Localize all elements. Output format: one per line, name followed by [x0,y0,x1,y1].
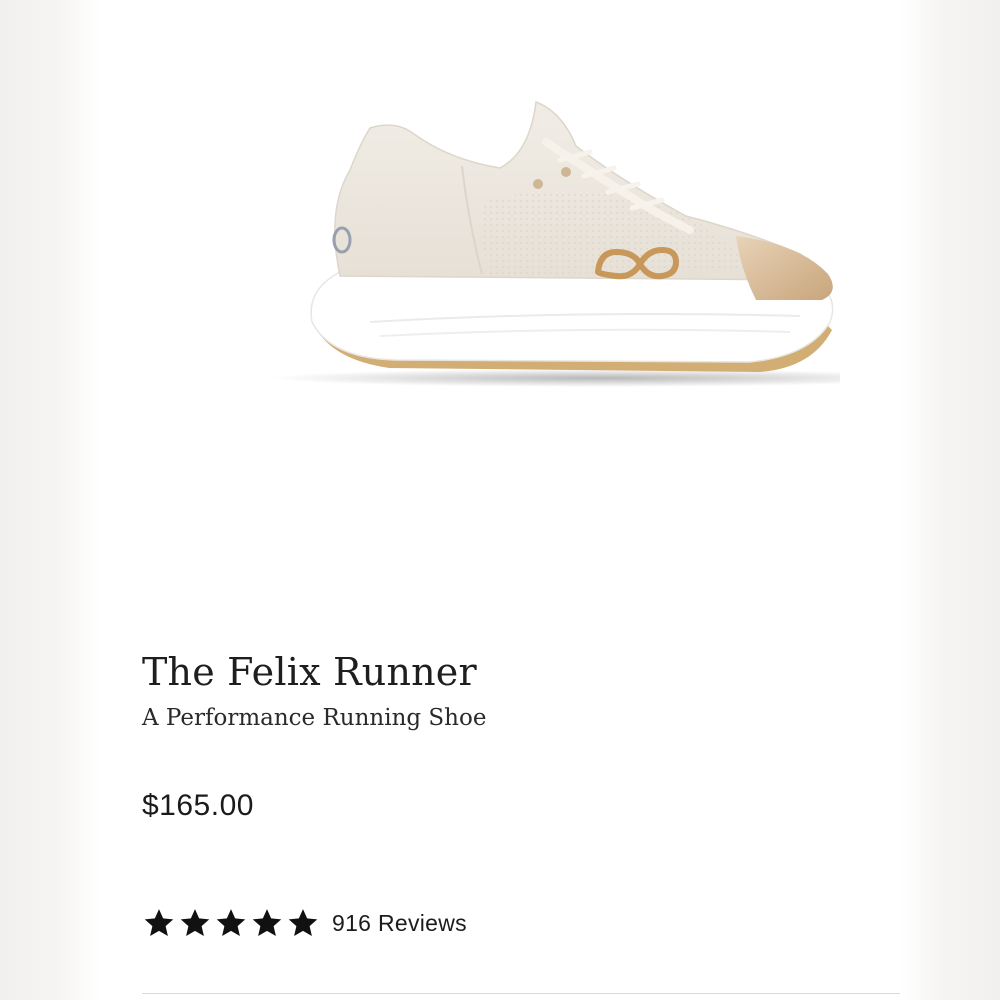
page: The Felix Runner A Performance Running S… [0,0,1000,1000]
star-icon [180,909,210,937]
star-icon [252,909,282,937]
star-icon [216,909,246,937]
product-image[interactable] [200,60,840,420]
star-rating [142,906,322,940]
rating-reviews-link[interactable]: 916 Reviews [142,900,467,946]
divider [142,993,900,994]
running-shoe-image [270,100,840,387]
product-card: The Felix Runner A Performance Running S… [100,0,900,1000]
star-icon [288,909,318,937]
star-icon [144,909,174,937]
review-count[interactable]: 916 Reviews [332,910,467,937]
product-price: $165.00 [142,789,254,822]
product-subtitle: A Performance Running Shoe [142,705,487,731]
product-title: The Felix Runner [142,650,477,694]
